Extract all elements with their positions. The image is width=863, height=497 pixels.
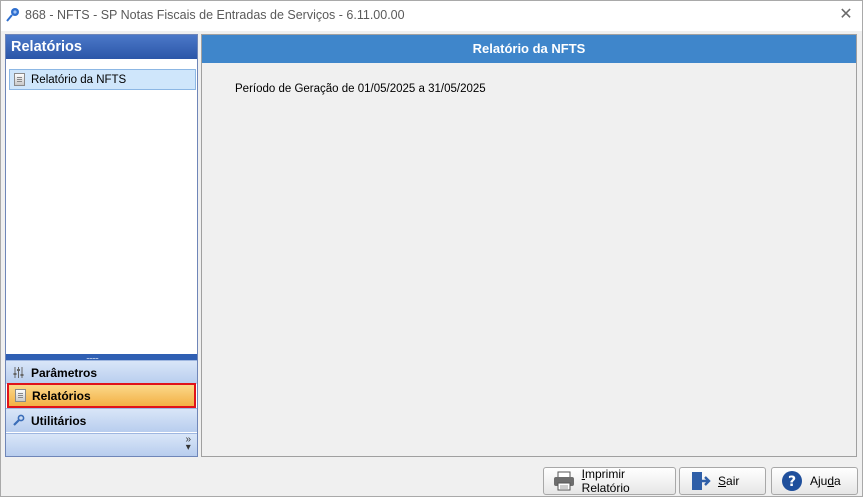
nav-parametros[interactable]: Parâmetros	[6, 360, 197, 384]
exit-door-icon	[688, 470, 712, 492]
print-report-button[interactable]: Imprimir Relatório	[543, 467, 676, 495]
list-item-relatorio-nfts[interactable]: Relatório da NFTS	[9, 69, 196, 90]
report-icon	[14, 73, 25, 86]
report-icon	[15, 389, 26, 402]
nav-overflow-bar: » ▾	[6, 433, 197, 456]
print-report-label: Imprimir Relatório	[581, 467, 630, 495]
periodo-text: Período de Geração de 01/05/2025 a 31/05…	[235, 83, 486, 95]
nav-relatorios-label: Relatórios	[32, 388, 91, 403]
main-panel: Relatório da NFTS Período de Geração de …	[201, 34, 857, 457]
exit-button[interactable]: Sair	[679, 467, 766, 495]
svg-text:?: ?	[788, 474, 796, 490]
help-icon: ?	[780, 470, 804, 492]
app-window: 868 - NFTS - SP Notas Fiscais de Entrada…	[0, 0, 863, 497]
help-label: Ajuda	[810, 474, 841, 488]
nav-parametros-label: Parâmetros	[31, 365, 98, 380]
close-button[interactable]: ✕	[838, 6, 854, 24]
nav-utilitarios-label: Utilitários	[31, 413, 87, 428]
help-button[interactable]: ? Ajuda	[771, 467, 858, 495]
chevron-more-icon[interactable]: » ▾	[185, 435, 191, 453]
left-panel-header: Relatórios	[6, 35, 197, 59]
list-item-label: Relatório da NFTS	[31, 73, 127, 86]
exit-label: Sair	[718, 474, 740, 488]
printer-icon	[552, 470, 576, 492]
main-panel-header: Relatório da NFTS	[202, 35, 856, 63]
wrench-icon	[12, 414, 25, 427]
left-panel: Relatórios Relatório da NFTS ........ Pa…	[5, 34, 198, 457]
title-bar: 868 - NFTS - SP Notas Fiscais de Entrada…	[1, 1, 862, 31]
nav-utilitarios[interactable]: Utilitários	[6, 408, 197, 432]
sliders-icon	[12, 366, 25, 379]
window-title: 868 - NFTS - SP Notas Fiscais de Entrada…	[25, 8, 405, 22]
nav-relatorios[interactable]: Relatórios	[7, 383, 196, 408]
pushpin-icon	[5, 7, 21, 23]
